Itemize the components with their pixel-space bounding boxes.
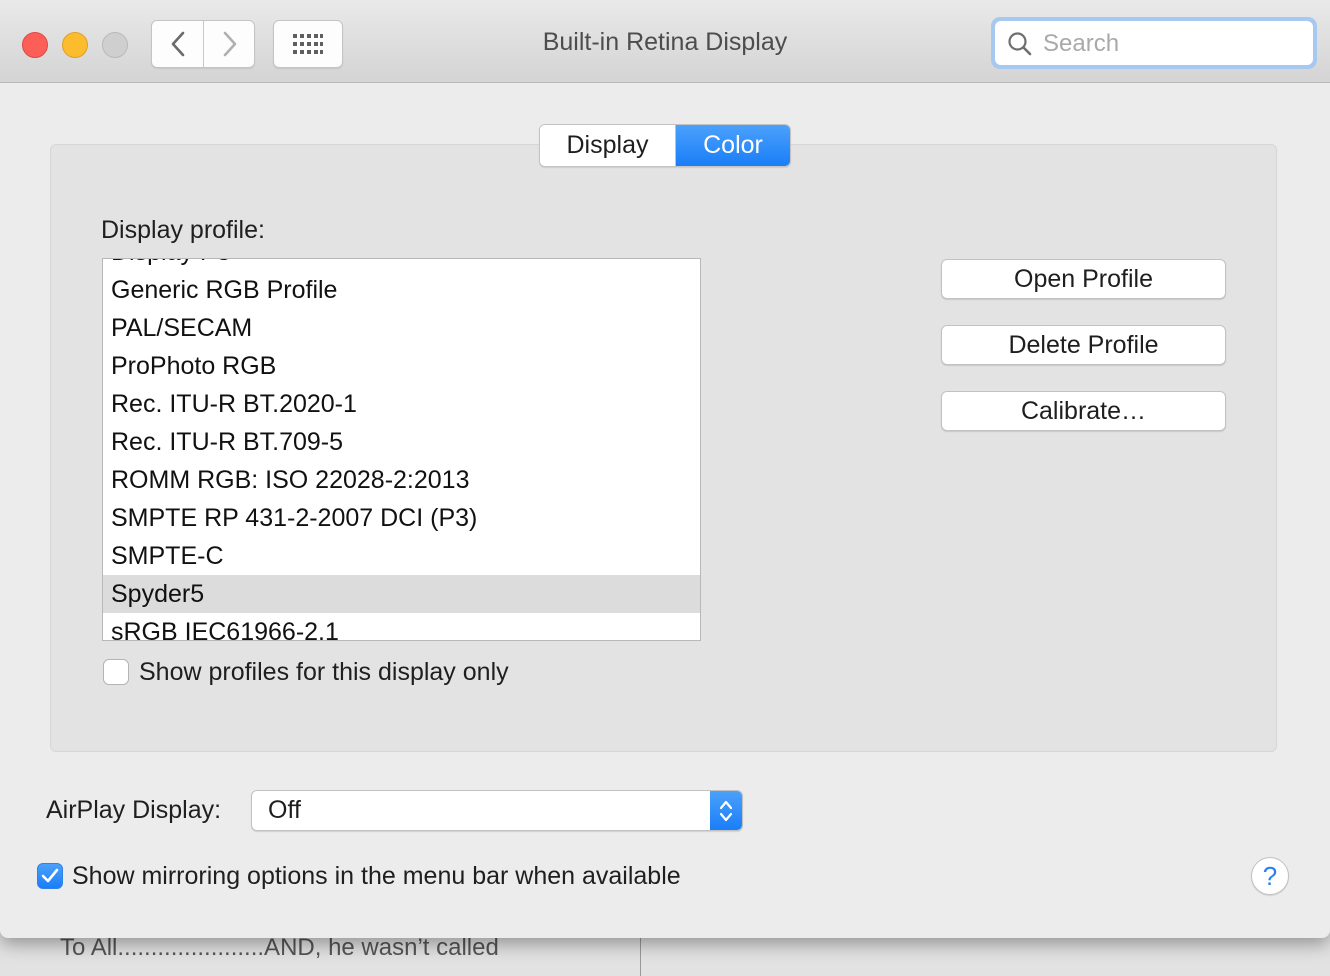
profile-item[interactable]: SMPTE-C xyxy=(103,537,700,575)
profile-list[interactable]: Display P3 Generic RGB Profile PAL/SECAM… xyxy=(102,258,701,641)
profile-item[interactable]: ROMM RGB: ISO 22028-2:2013 xyxy=(103,461,700,499)
search-input[interactable] xyxy=(1041,27,1305,61)
search-field[interactable] xyxy=(995,21,1313,65)
display-profile-label: Display profile: xyxy=(101,216,265,244)
profile-item[interactable]: PAL/SECAM xyxy=(103,309,700,347)
profile-item-selected[interactable]: Spyder5 xyxy=(103,575,700,613)
profile-item[interactable]: Generic RGB Profile xyxy=(103,271,700,309)
search-focus-ring xyxy=(991,17,1317,69)
open-profile-button[interactable]: Open Profile xyxy=(941,259,1226,299)
tab-display[interactable]: Display xyxy=(540,125,676,166)
profile-item[interactable]: sRGB IEC61966-2.1 xyxy=(103,613,700,640)
mirroring-options-label[interactable]: Show mirroring options in the menu bar w… xyxy=(72,862,681,891)
checkmark-icon xyxy=(41,868,59,883)
profile-item[interactable]: ProPhoto RGB xyxy=(103,347,700,385)
help-button[interactable]: ? xyxy=(1251,857,1289,895)
calibrate-button[interactable]: Calibrate… xyxy=(941,391,1226,431)
airplay-display-value: Off xyxy=(268,796,301,824)
show-profiles-checkbox[interactable] xyxy=(103,659,129,685)
tab-color[interactable]: Color xyxy=(676,125,790,166)
up-down-chevron-icon xyxy=(719,800,733,821)
profile-item[interactable]: SMPTE RP 431-2-2007 DCI (P3) xyxy=(103,499,700,537)
profile-item[interactable]: Rec. ITU-R BT.709-5 xyxy=(103,423,700,461)
popup-arrows xyxy=(710,791,742,830)
search-icon xyxy=(1008,32,1032,56)
segmented-tabs: Display Color xyxy=(539,124,791,167)
airplay-display-label: AirPlay Display: xyxy=(46,796,222,824)
titlebar: Built-in Retina Display xyxy=(0,0,1330,83)
profile-list-content: Display P3 Generic RGB Profile PAL/SECAM… xyxy=(103,259,700,640)
profile-item[interactable]: Rec. ITU-R BT.2020-1 xyxy=(103,385,700,423)
show-profiles-label[interactable]: Show profiles for this display only xyxy=(139,658,509,687)
delete-profile-button[interactable]: Delete Profile xyxy=(941,325,1226,365)
preferences-window: Built-in Retina Display Display Color Di… xyxy=(0,0,1330,938)
airplay-display-popup[interactable]: Off xyxy=(251,790,743,831)
profile-item[interactable]: Display P3 xyxy=(103,259,700,271)
background-text-line: To All......................AND, he wasn… xyxy=(60,934,499,961)
mirroring-options-checkbox[interactable] xyxy=(37,863,63,889)
